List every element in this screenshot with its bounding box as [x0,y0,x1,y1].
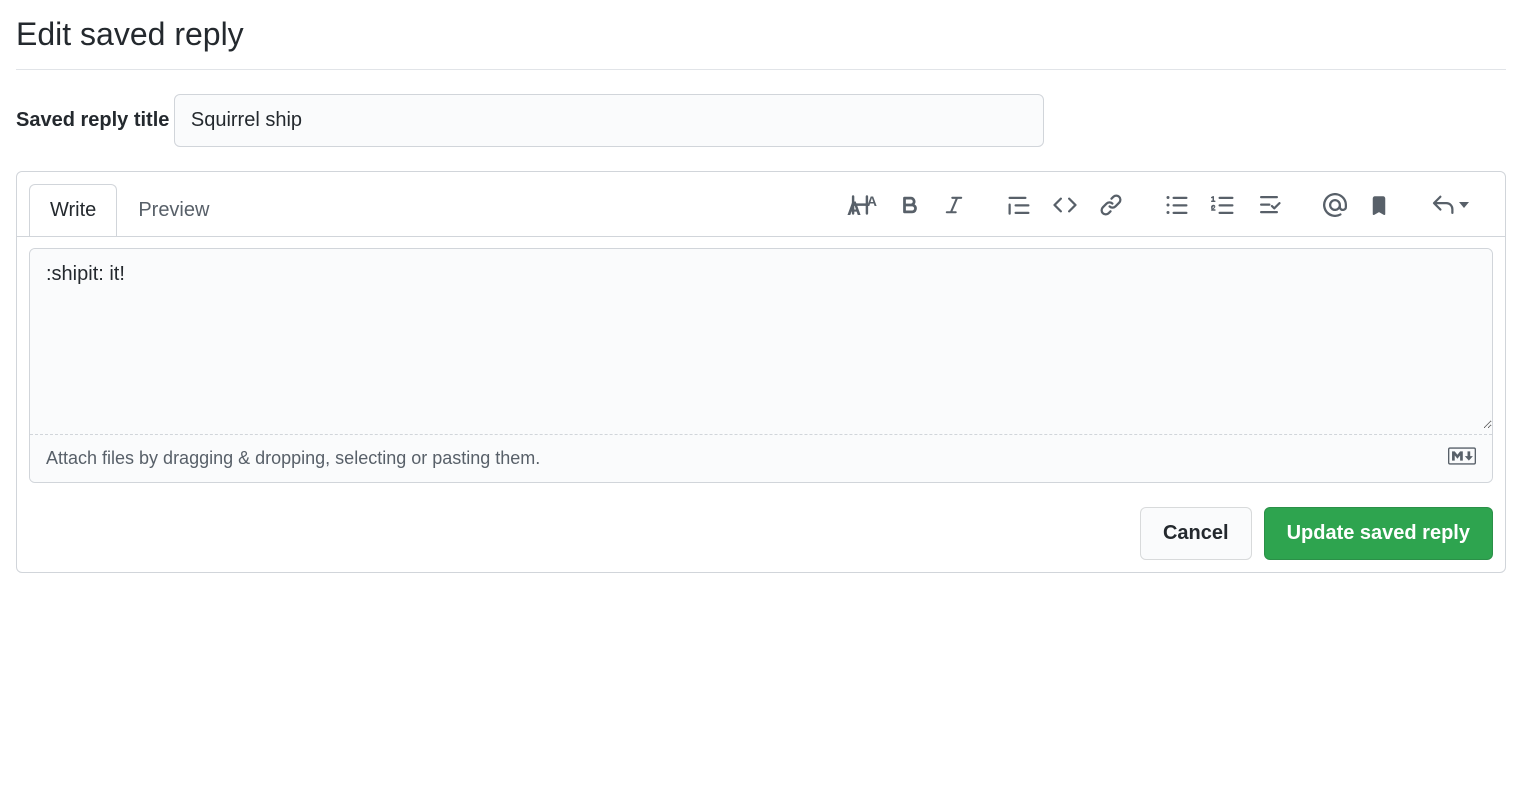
editor-body: Attach files by dragging & dropping, sel… [17,236,1505,495]
bold-icon[interactable] [895,190,925,220]
saved-reply-icon[interactable] [1427,189,1473,221]
tasklist-icon[interactable] [1253,189,1285,221]
heading-icon[interactable]: A A [843,188,881,222]
attach-hint-bar[interactable]: Attach files by dragging & dropping, sel… [30,434,1492,482]
title-input[interactable] [174,94,1044,147]
attach-hint-text: Attach files by dragging & dropping, sel… [46,448,540,469]
tab-write[interactable]: Write [29,184,117,236]
markdown-toolbar: A A [831,188,1493,236]
markdown-icon[interactable] [1448,447,1476,470]
title-field-label: Saved reply title [16,109,169,131]
link-icon[interactable] [1095,189,1127,221]
editor-tabs: Write Preview [29,184,230,236]
numbered-list-icon[interactable] [1207,189,1239,221]
body-textarea[interactable] [30,249,1492,429]
italic-icon[interactable] [939,190,969,220]
form-actions: Cancel Update saved reply [17,495,1505,572]
code-icon[interactable] [1049,189,1081,221]
submit-button[interactable]: Update saved reply [1264,507,1493,560]
mention-icon[interactable] [1319,189,1351,221]
editor-header: Write Preview A A [17,172,1505,237]
tab-preview[interactable]: Preview [117,184,230,236]
comment-editor: Write Preview A A [16,171,1506,573]
bulleted-list-icon[interactable] [1161,189,1193,221]
reference-icon[interactable] [1365,189,1393,221]
quote-icon[interactable] [1003,189,1035,221]
page-title: Edit saved reply [16,16,1506,70]
cancel-button[interactable]: Cancel [1140,507,1252,560]
svg-text:A: A [847,198,861,218]
